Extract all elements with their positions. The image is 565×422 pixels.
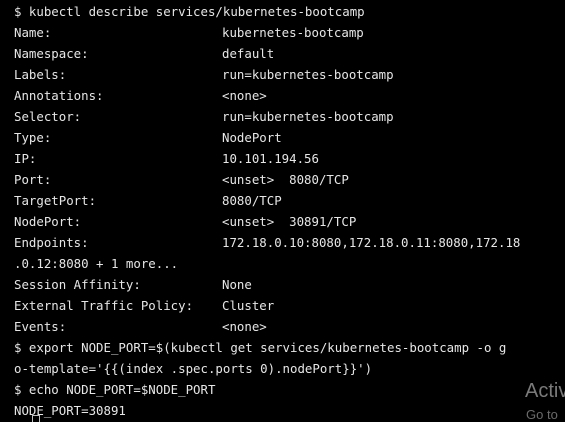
field-key-annotations: Annotations: (14, 88, 104, 103)
field-key-events: Events: (14, 319, 67, 334)
field-key-ip: IP: (14, 151, 37, 166)
field-key-type: Type: (14, 130, 52, 145)
activation-watermark-title: Activ (525, 380, 565, 402)
field-key-nodeport: NodePort: (14, 214, 82, 229)
field-value-selector: run=kubernetes-bootcamp (222, 109, 394, 124)
command-output: NODE_PORT=30891 (14, 403, 126, 418)
field-value-annotations: <none> (222, 88, 267, 103)
command-line: $ export NODE_PORT=$(kubectl get service… (14, 340, 507, 355)
field-key-endpoints: Endpoints: (14, 235, 89, 250)
command-line-wrap: o-template='{{(index .spec.ports 0).node… (14, 361, 373, 376)
field-key-targetport: TargetPort: (14, 193, 97, 208)
field-value-port: <unset> 8080/TCP (222, 172, 349, 187)
field-key-labels: Labels: (14, 67, 67, 82)
field-key-external-traffic-policy: External Traffic Policy: (14, 298, 194, 313)
field-value-ip: 10.101.194.56 (222, 151, 319, 166)
field-value-nodeport: <unset> 30891/TCP (222, 214, 357, 229)
field-value-endpoints: 172.18.0.10:8080,172.18.0.11:8080,172.18 (222, 235, 521, 250)
command-line: $ echo NODE_PORT=$NODE_PORT (14, 382, 216, 397)
field-value-name: kubernetes-bootcamp (222, 25, 364, 40)
terminal-window[interactable]: $ kubectl describe services/kubernetes-b… (0, 0, 565, 422)
field-key-session-affinity: Session Affinity: (14, 277, 141, 292)
field-value-external-traffic-policy: Cluster (222, 298, 275, 313)
terminal-cursor (32, 415, 40, 422)
field-value-namespace: default (222, 46, 275, 61)
endpoints-continuation: .0.12:8080 + 1 more... (14, 256, 179, 271)
field-value-targetport: 8080/TCP (222, 193, 282, 208)
field-value-events: <none> (222, 319, 267, 334)
field-value-session-affinity: None (222, 277, 252, 292)
field-value-labels: run=kubernetes-bootcamp (222, 67, 394, 82)
field-key-port: Port: (14, 172, 52, 187)
field-key-selector: Selector: (14, 109, 82, 124)
activation-watermark-subtitle: Go to (526, 407, 558, 422)
command-line: $ kubectl describe services/kubernetes-b… (14, 4, 365, 19)
field-key-name: Name: (14, 25, 52, 40)
field-key-namespace: Namespace: (14, 46, 89, 61)
field-value-type: NodePort (222, 130, 282, 145)
